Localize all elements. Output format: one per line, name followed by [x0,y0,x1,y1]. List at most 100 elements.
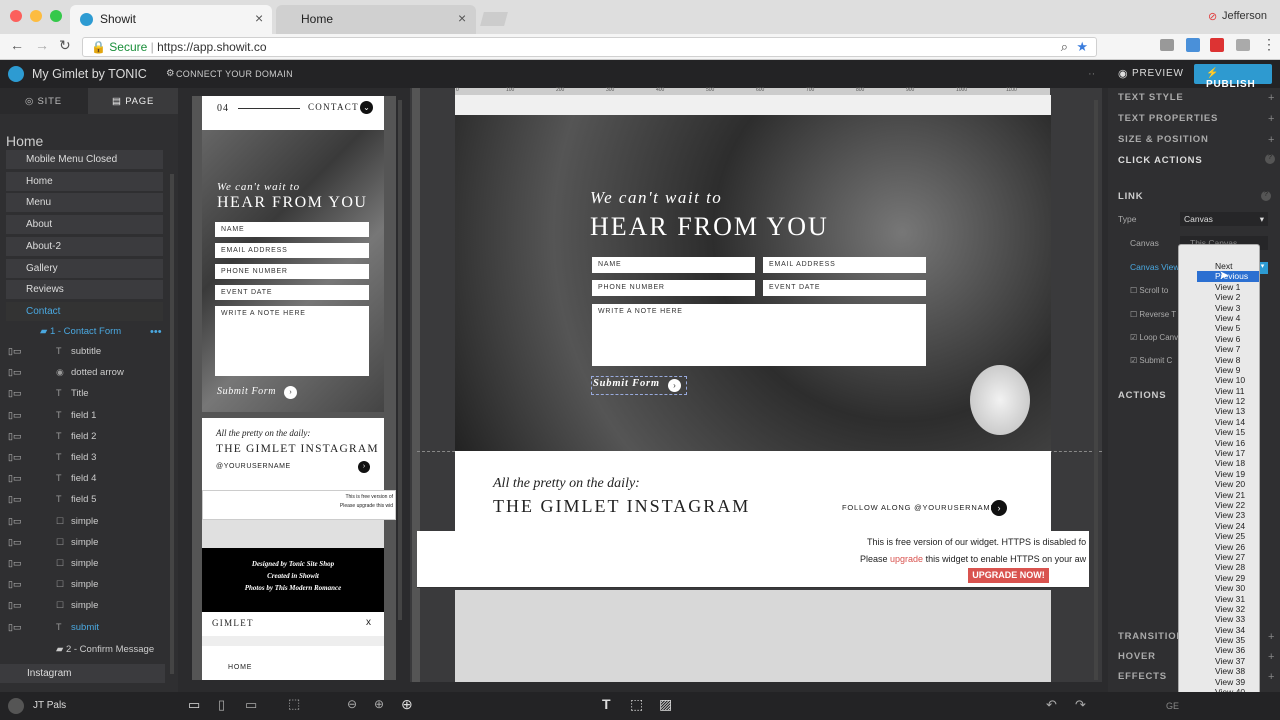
dropdown-option[interactable]: View 4 [1197,313,1259,323]
scrollbar[interactable] [1094,100,1098,680]
layer-item[interactable]: simple [71,537,98,548]
calendar-extension-icon[interactable] [1186,38,1200,52]
mobile-canvas[interactable]: 04 CONTACT ⌄ We can't wait to HEAR FROM … [192,96,396,680]
layer-item[interactable]: Title [71,388,89,399]
more-options-icon[interactable]: ••• [150,326,162,338]
dropdown-option[interactable]: View 14 [1197,417,1259,427]
visibility-icon[interactable]: ▯▭ [8,473,21,484]
selection-icon[interactable]: ⬚ [288,696,300,712]
upgrade-link[interactable]: upgrade [890,554,923,564]
plus-icon[interactable]: + [1268,113,1274,125]
page-item[interactable]: Mobile Menu Closed [6,150,163,169]
layer-item[interactable]: field 1 [71,410,96,421]
desktop-view-icon[interactable]: ▭ [245,697,257,713]
zoom-out-icon[interactable]: ⊖ [347,697,357,711]
page-item[interactable]: Gallery [6,258,163,278]
loop-checkbox[interactable]: ☑ Loop Canv [1130,333,1178,342]
desktop-phone-field[interactable]: PHONE NUMBER [592,280,755,296]
reverse-checkbox[interactable]: ☐ Reverse T [1130,310,1176,319]
badge-extension-icon[interactable] [1210,38,1224,52]
mobile-note-field[interactable]: WRITE A NOTE HERE [215,306,369,376]
section-hover[interactable]: HOVER [1118,651,1156,662]
dropdown-option[interactable]: View 39 [1197,677,1259,687]
dropdown-option[interactable]: View 9 [1197,365,1259,375]
submit-checkbox[interactable]: ☑ Submit C [1130,356,1172,365]
forward-icon[interactable]: → [35,37,49,53]
minimize-window-button[interactable] [30,10,42,22]
camera-extension-icon[interactable] [1160,39,1174,51]
zoom-icon[interactable]: ⌕ [1061,39,1068,55]
layer-item[interactable]: simple [71,558,98,569]
avatar[interactable] [8,698,24,714]
dropdown-option[interactable]: View 32 [1197,604,1259,614]
close-window-button[interactable] [10,10,22,22]
close-tab-icon[interactable]: × [255,10,263,26]
page-instagram[interactable]: Instagram [0,664,165,683]
chevron-down-icon[interactable]: ⌄ [360,101,373,114]
section-click-actions[interactable]: CLICK ACTIONS [1118,155,1202,166]
profile-icon[interactable]: ⊘ [1208,10,1217,23]
desktop-date-field[interactable]: EVENT DATE [763,280,926,296]
layer-item[interactable]: submit [71,622,99,633]
dropdown-option[interactable]: View 2 [1197,292,1259,302]
dropdown-option[interactable]: View 13 [1197,406,1259,416]
layer-item[interactable]: field 5 [71,494,96,505]
arrow-right-icon[interactable]: › [991,500,1007,516]
profile-name[interactable]: Jefferson [1222,10,1267,22]
visibility-icon[interactable]: ▯▭ [8,452,21,463]
dropdown-option[interactable]: View 3 [1197,303,1259,313]
maximize-window-button[interactable] [50,10,62,22]
add-image-icon[interactable]: ▨ [659,696,672,713]
site-title[interactable]: My Gimlet by TONIC [32,67,147,81]
tab-site[interactable]: ◎ SITE [0,88,88,114]
connect-domain-link[interactable]: CONNECT YOUR DOMAIN [176,69,293,79]
plus-icon[interactable]: + [1268,651,1274,663]
layer-item[interactable]: field 2 [71,431,96,442]
visibility-icon[interactable]: ▯▭ [8,410,21,421]
page-item[interactable]: Menu [6,193,163,213]
visibility-icon[interactable]: ▯▭ [8,431,21,442]
zoom-fit-icon[interactable]: ⊕ [401,696,413,713]
tab-home[interactable]: Home × [276,5,476,34]
visibility-icon[interactable]: ▯▭ [8,388,21,399]
dropdown-option[interactable]: View 7 [1197,344,1259,354]
page-item[interactable]: Home [6,171,163,191]
dropdown-option[interactable]: View 31 [1197,594,1259,604]
new-tab-button[interactable] [480,12,508,26]
dropdown-option[interactable]: View 17 [1197,448,1259,458]
section-text-style[interactable]: TEXT STYLE [1118,92,1184,103]
visibility-icon[interactable]: ▯▭ [8,346,21,357]
plus-icon[interactable]: + [1268,134,1274,146]
dropdown-option[interactable]: View 16 [1197,438,1259,448]
dropdown-option[interactable]: View 12 [1197,396,1259,406]
dropdown-option[interactable]: View 1 [1197,282,1259,292]
layer-item[interactable]: dotted arrow [71,367,124,378]
scroll-to-checkbox[interactable]: ☐ Scroll to [1130,286,1168,295]
close-tab-icon[interactable]: × [458,10,466,26]
mobile-email-field[interactable]: EMAIL ADDRESS [215,243,369,258]
scrollbar[interactable] [398,100,402,620]
dropdown-option[interactable]: View 28 [1197,562,1259,572]
desktop-note-field[interactable]: WRITE A NOTE HERE [592,304,926,366]
mobile-submit-button[interactable]: Submit Form [217,386,276,397]
layer-item[interactable]: field 3 [71,452,96,463]
dropdown-option[interactable]: View 25 [1197,531,1259,541]
tab-page[interactable]: ▤ PAGE [88,88,178,114]
reload-icon[interactable]: ↻ [59,37,71,54]
scrollbar[interactable] [170,174,174,674]
dropdown-option[interactable]: View 6 [1197,334,1259,344]
mobile-phone-field[interactable]: PHONE NUMBER [215,264,369,279]
publish-button[interactable]: ⚡ PUBLISH [1194,64,1272,90]
layer-item[interactable]: simple [71,579,98,590]
visibility-icon[interactable]: ▯▭ [8,367,21,378]
dropdown-option[interactable]: View 15 [1197,427,1259,437]
mobile-name-field[interactable]: NAME [215,222,369,237]
dropdown-option[interactable]: View 24 [1197,521,1259,531]
section-text-properties[interactable]: TEXT PROPERTIES [1118,113,1218,124]
user-name[interactable]: JT Pals [33,700,66,711]
section-effects[interactable]: EFFECTS [1118,671,1167,682]
section-transition[interactable]: TRANSITION [1118,631,1184,642]
gear-icon[interactable]: ⚙ [166,68,175,79]
layer-item[interactable]: simple [71,600,98,611]
visibility-icon[interactable]: ▯▭ [8,558,21,569]
